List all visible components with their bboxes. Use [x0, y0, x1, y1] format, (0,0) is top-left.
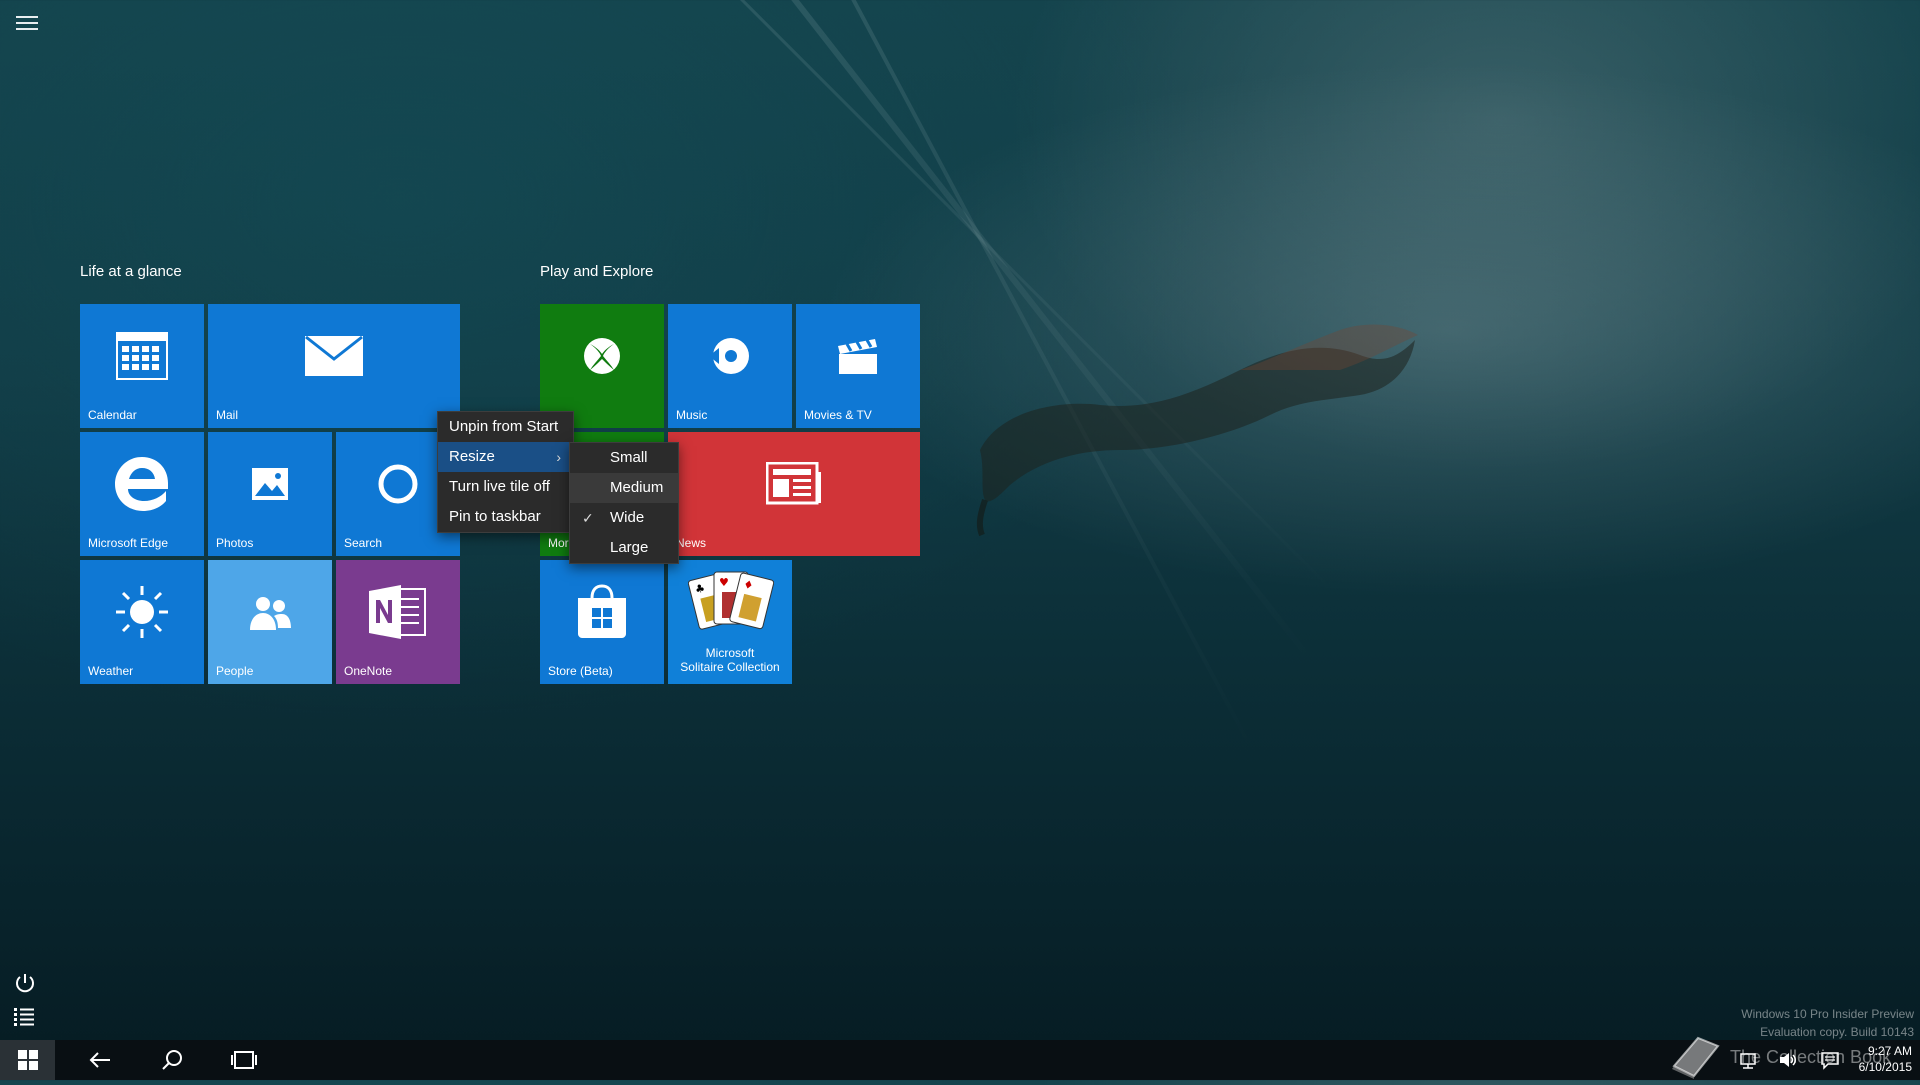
network-button[interactable] [1738, 1050, 1758, 1070]
menu-item-label: Wide [610, 509, 645, 526]
checkmark-icon: ✓ [582, 510, 594, 526]
tile-microsoft-edge[interactable]: Microsoft Edge [80, 432, 204, 556]
tile-mail[interactable]: Mail [208, 304, 460, 428]
task-view-button[interactable] [224, 1040, 264, 1080]
tile-music[interactable]: Music [668, 304, 792, 428]
taskbar: The Collection Book 9:27 AM 6/10/2015 [0, 1036, 1920, 1080]
book-logo-icon [1668, 1032, 1722, 1085]
tile-label: News [676, 536, 707, 550]
tile-label: Movies & TV [804, 408, 872, 422]
menu-item-unpin-from-start[interactable]: Unpin from Start [438, 412, 573, 442]
clock-date: 6/10/2015 [1858, 1060, 1912, 1074]
tile-label: Music [676, 408, 708, 422]
chevron-right-icon: › [556, 449, 561, 465]
tile-context-menu: Unpin from Start Resize › Turn live tile… [437, 411, 574, 533]
all-apps-button[interactable] [14, 1007, 36, 1029]
tile-movies-tv[interactable]: Movies & TV [796, 304, 920, 428]
menu-item-resize[interactable]: Resize › [438, 442, 573, 472]
menu-item-small[interactable]: Small [570, 443, 678, 473]
hamburger-menu-button[interactable] [16, 16, 38, 34]
clock-time: 9:27 AM [1867, 1044, 1912, 1058]
resize-submenu: Small Medium ✓ Wide Large [569, 442, 679, 564]
action-center-button[interactable] [1820, 1050, 1840, 1070]
calendar-icon [80, 304, 204, 408]
tile-label: Photos [216, 536, 254, 550]
task-view-icon [231, 1051, 257, 1069]
action-center-icon [1821, 1052, 1839, 1070]
taskbar-clock[interactable]: 9:27 AM 6/10/2015 [1859, 1043, 1912, 1075]
tile-xbox[interactable] [540, 304, 664, 428]
tile-label: People [216, 664, 254, 678]
menu-item-pin-to-taskbar[interactable]: Pin to taskbar [438, 502, 573, 532]
tile-onenote[interactable]: OneNote [336, 560, 460, 684]
photos-icon [208, 432, 332, 536]
start-button[interactable] [0, 1040, 55, 1080]
onenote-icon [336, 560, 460, 664]
clapperboard-icon [796, 304, 920, 408]
menu-item-medium[interactable]: Medium [570, 473, 678, 503]
tile-weather[interactable]: Weather [80, 560, 204, 684]
store-bag-icon [540, 560, 664, 664]
playing-cards-icon: ♣ ♥ ♦ [687, 568, 775, 641]
edge-icon [80, 432, 204, 536]
sun-icon [80, 560, 204, 664]
tile-label: Calendar [88, 408, 137, 422]
tile-news[interactable]: News [668, 432, 920, 556]
all-apps-icon [14, 1008, 34, 1026]
windows-logo-icon [17, 1050, 38, 1070]
people-icon [208, 560, 332, 664]
power-icon [16, 974, 34, 993]
tile-label: Weather [88, 664, 134, 678]
search-button[interactable] [152, 1040, 192, 1080]
tile-label: Mail [216, 408, 239, 422]
group-title-play-and-explore[interactable]: Play and Explore [540, 263, 653, 280]
menu-item-large[interactable]: Large [570, 533, 678, 563]
menu-item-label: Resize [449, 448, 495, 465]
volume-button[interactable] [1778, 1050, 1798, 1070]
build-watermark: Windows 10 Pro Insider Preview Evaluatio… [1741, 1007, 1914, 1039]
power-button[interactable] [14, 972, 36, 994]
tile-people[interactable]: People [208, 560, 332, 684]
news-icon [668, 432, 920, 536]
menu-item-turn-live-tile-off[interactable]: Turn live tile off [438, 472, 573, 502]
tile-label: Microsoft Solitaire Collection [680, 646, 780, 674]
tile-label: Search [344, 536, 383, 550]
tile-label: OneNote [344, 664, 393, 678]
tile-store[interactable]: Store (Beta) [540, 560, 664, 684]
tile-photos[interactable]: Photos [208, 432, 332, 556]
search-icon [162, 1050, 182, 1070]
svg-text:♥: ♥ [719, 576, 729, 589]
mail-icon [208, 304, 460, 408]
back-button[interactable] [80, 1040, 120, 1080]
back-arrow-icon [89, 1052, 110, 1068]
tile-label: Store (Beta) [548, 664, 613, 678]
music-icon [668, 304, 792, 408]
tile-solitaire[interactable]: ♣ ♥ ♦ Microsoft Solitaire Collection [668, 560, 792, 684]
tile-label: Microsoft Edge [88, 536, 169, 550]
tile-label: Mor [548, 536, 569, 550]
tile-calendar[interactable]: Calendar [80, 304, 204, 428]
xbox-icon [540, 304, 664, 408]
swimmer-silhouette [976, 324, 1418, 537]
group-title-life-at-a-glance[interactable]: Life at a glance [80, 263, 182, 280]
volume-icon [1780, 1053, 1796, 1067]
hamburger-icon [16, 16, 38, 18]
network-icon [1740, 1053, 1756, 1069]
menu-item-wide[interactable]: ✓ Wide [570, 503, 678, 533]
